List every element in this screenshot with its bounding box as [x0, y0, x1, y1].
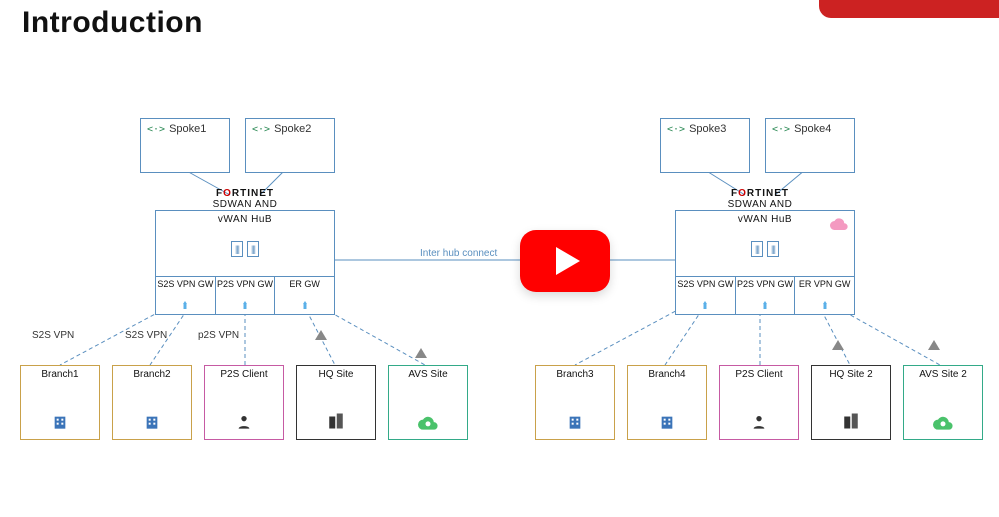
p2s-vpn-gw: P2S VPN GW	[736, 276, 796, 314]
site-avs-left: AVS Site	[388, 365, 468, 440]
site-label: AVS Site 2	[919, 369, 967, 380]
expressroute-icon	[832, 340, 844, 350]
inter-hub-label: Inter hub connect	[420, 248, 497, 259]
building-icon	[143, 414, 161, 433]
vpn-gateway-icon	[179, 300, 191, 312]
s2s-vpn-gw: S2S VPN GW	[156, 276, 216, 314]
fortinet-brand: FORTINET	[710, 188, 810, 199]
vnet-icon: <·>	[252, 124, 270, 135]
building-icon	[658, 414, 676, 433]
video-play-button[interactable]	[520, 230, 610, 292]
fortinet-brand: FORTINET	[195, 188, 295, 199]
site-hq-left: HQ Site	[296, 365, 376, 440]
vnet-icon: <·>	[667, 124, 685, 135]
hub-name: vWAN HuB	[676, 214, 854, 225]
er-gw: ER GW	[275, 276, 334, 314]
p2s-vpn-label: p2S VPN	[198, 330, 239, 341]
er-vpn-gw: ER VPN GW	[795, 276, 854, 314]
site-label: Branch3	[556, 369, 593, 380]
vwan-hub-left: vWAN HuB |||||| S2S VPN GW P2S VPN GW ER…	[155, 210, 335, 315]
site-label: AVS Site	[408, 369, 447, 380]
site-branch4: Branch4	[627, 365, 707, 440]
hq-building-icon	[842, 412, 860, 433]
header-red-accent	[819, 0, 999, 18]
site-label: Branch1	[41, 369, 78, 380]
s2s-vpn-label: S2S VPN	[125, 330, 167, 341]
site-p2s-client-left: P2S Client	[204, 365, 284, 440]
avs-cloud-icon	[418, 416, 438, 433]
site-branch3: Branch3	[535, 365, 615, 440]
site-label: P2S Client	[220, 369, 267, 380]
vnet-icon: <·>	[147, 124, 165, 135]
s2s-vpn-gw: S2S VPN GW	[676, 276, 736, 314]
vwan-hub-right: vWAN HuB |||||| S2S VPN GW P2S VPN GW ER…	[675, 210, 855, 315]
site-label: HQ Site 2	[829, 369, 872, 380]
person-icon	[236, 414, 252, 433]
vnet-icon: <·>	[772, 124, 790, 135]
spoke-label: Spoke1	[169, 123, 206, 135]
building-icon	[566, 414, 584, 433]
s2s-vpn-label: S2S VPN	[32, 330, 74, 341]
spoke-label: Spoke2	[274, 123, 311, 135]
site-label: Branch2	[133, 369, 170, 380]
hub-bars-icon: ||||||	[676, 239, 854, 257]
gateway-row: S2S VPN GW P2S VPN GW ER GW	[156, 276, 334, 314]
spoke-box-3: <·> Spoke3	[660, 118, 750, 173]
spoke-label: Spoke4	[794, 123, 831, 135]
site-label: Branch4	[648, 369, 685, 380]
site-hq-right: HQ Site 2	[811, 365, 891, 440]
person-icon	[751, 414, 767, 433]
site-branch1: Branch1	[20, 365, 100, 440]
spoke-box-4: <·> Spoke4	[765, 118, 855, 173]
gateway-row: S2S VPN GW P2S VPN GW ER VPN GW	[676, 276, 854, 314]
site-p2s-client-right: P2S Client	[719, 365, 799, 440]
site-branch2: Branch2	[112, 365, 192, 440]
vpn-gateway-icon	[759, 300, 771, 312]
expressroute-icon	[928, 340, 940, 350]
building-icon	[51, 414, 69, 433]
hub-name: vWAN HuB	[156, 214, 334, 225]
vpn-gateway-icon	[699, 300, 711, 312]
expressroute-icon	[415, 348, 427, 358]
cloud-icon	[830, 217, 848, 235]
avs-cloud-icon	[933, 416, 953, 433]
hub-bars-icon: ||||||	[156, 239, 334, 257]
spoke-box-1: <·> Spoke1	[140, 118, 230, 173]
expressroute-icon	[315, 330, 327, 340]
vpn-gateway-icon	[819, 300, 831, 312]
vpn-gateway-icon	[299, 300, 311, 312]
p2s-vpn-gw: P2S VPN GW	[216, 276, 276, 314]
site-label: HQ Site	[318, 369, 353, 380]
site-avs-right: AVS Site 2	[903, 365, 983, 440]
vpn-gateway-icon	[239, 300, 251, 312]
spoke-label: Spoke3	[689, 123, 726, 135]
hq-building-icon	[327, 412, 345, 433]
site-label: P2S Client	[735, 369, 782, 380]
page-title: Introduction	[22, 6, 203, 40]
spoke-box-2: <·> Spoke2	[245, 118, 335, 173]
